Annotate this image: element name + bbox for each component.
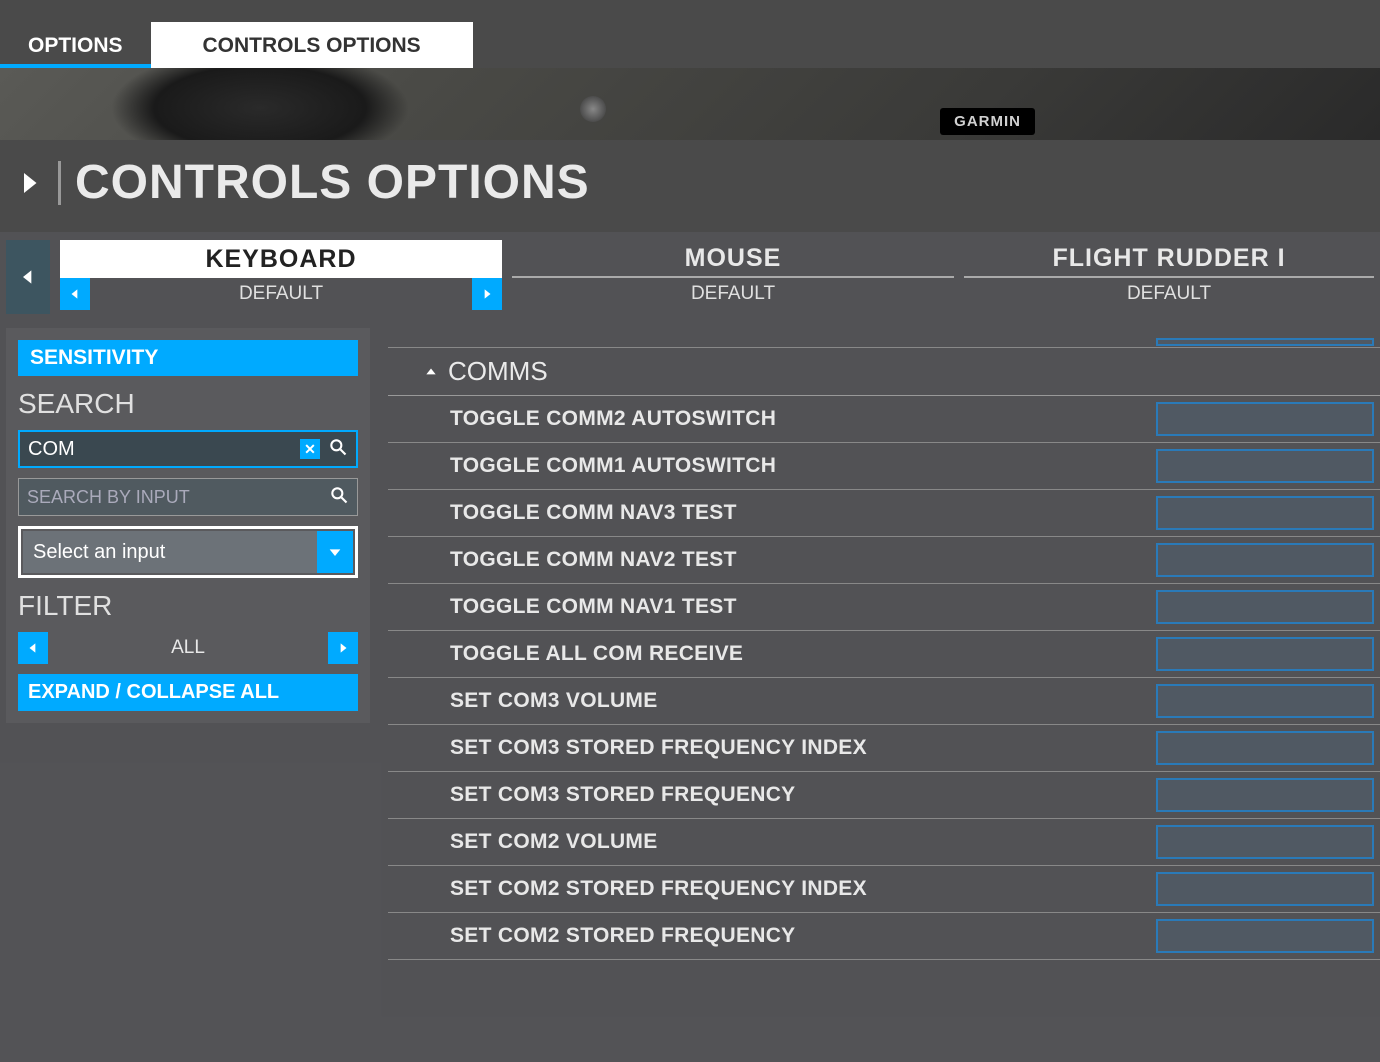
- binding-row[interactable]: TOGGLE COMM2 AUTOSWITCH: [388, 396, 1380, 443]
- expand-collapse-button[interactable]: EXPAND / COLLAPSE ALL: [18, 674, 358, 711]
- device-name-rudder: FLIGHT RUDDER I: [964, 240, 1374, 278]
- preset-label-mouse: DEFAULT: [542, 278, 924, 310]
- bindings-list: COMMS TOGGLE COMM2 AUTOSWITCH TOGGLE COMM…: [388, 328, 1380, 1062]
- binding-label: TOGGLE COMM2 AUTOSWITCH: [450, 407, 1156, 431]
- chevron-down-icon: [317, 531, 353, 573]
- binding-row[interactable]: SET COM3 STORED FREQUENCY: [388, 772, 1380, 819]
- chevron-right-icon: [480, 285, 494, 303]
- binding-row[interactable]: SET COM2 STORED FREQUENCY: [388, 913, 1380, 960]
- binding-label: SET COM2 STORED FREQUENCY INDEX: [450, 877, 1156, 901]
- device-card-flight-rudder[interactable]: FLIGHT RUDDER I DEFAULT: [964, 240, 1374, 314]
- page-title: CONTROLS OPTIONS: [75, 155, 590, 210]
- preset-prev-button[interactable]: [60, 278, 90, 310]
- search-by-name-box: ✕: [18, 430, 358, 468]
- filter-heading: FILTER: [18, 590, 358, 622]
- binding-row[interactable]: SET COM3 STORED FREQUENCY INDEX: [388, 725, 1380, 772]
- search-by-input-input[interactable]: [27, 487, 329, 508]
- binding-row[interactable]: SET COM2 VOLUME: [388, 819, 1380, 866]
- clear-search-button[interactable]: ✕: [300, 439, 320, 459]
- binding-label: SET COM3 STORED FREQUENCY INDEX: [450, 736, 1156, 760]
- category-header-comms[interactable]: COMMS: [388, 348, 1380, 396]
- binding-label: TOGGLE ALL COM RECEIVE: [450, 642, 1156, 666]
- binding-slot[interactable]: [1156, 496, 1374, 530]
- chevron-left-icon: [18, 264, 38, 290]
- binding-row[interactable]: TOGGLE COMM1 AUTOSWITCH: [388, 443, 1380, 490]
- select-input-dropdown[interactable]: Select an input: [23, 531, 353, 573]
- binding-label: TOGGLE COMM NAV1 TEST: [450, 595, 1156, 619]
- select-input-wrap: Select an input: [18, 526, 358, 578]
- search-icon[interactable]: [329, 485, 349, 510]
- device-name-mouse: MOUSE: [512, 240, 954, 278]
- binding-label: SET COM2 STORED FREQUENCY: [450, 924, 1156, 948]
- sensitivity-button[interactable]: SENSITIVITY: [18, 340, 358, 376]
- binding-label: SET COM2 VOLUME: [450, 830, 1156, 854]
- binding-row[interactable]: TOGGLE ALL COM RECEIVE: [388, 631, 1380, 678]
- binding-slot[interactable]: [1156, 449, 1374, 483]
- binding-label: SET COM3 STORED FREQUENCY: [450, 783, 1156, 807]
- binding-label: SET COM3 VOLUME: [450, 689, 1156, 713]
- device-card-mouse[interactable]: MOUSE DEFAULT: [512, 240, 954, 314]
- binding-slot[interactable]: [1156, 637, 1374, 671]
- binding-slot[interactable]: [1156, 590, 1374, 624]
- category-title: COMMS: [448, 356, 548, 387]
- device-name-keyboard: KEYBOARD: [60, 240, 502, 278]
- binding-label: TOGGLE COMM NAV3 TEST: [450, 501, 1156, 525]
- binding-row[interactable]: TOGGLE COMM NAV3 TEST: [388, 490, 1380, 537]
- binding-slot[interactable]: [1156, 402, 1374, 436]
- device-card-keyboard[interactable]: KEYBOARD DEFAULT: [60, 240, 502, 314]
- preset-next-button[interactable]: [472, 278, 502, 310]
- binding-row[interactable]: SET COM3 VOLUME: [388, 678, 1380, 725]
- preset-label-keyboard: DEFAULT: [90, 278, 472, 310]
- search-by-name-input[interactable]: [28, 438, 300, 461]
- chevron-left-icon: [26, 639, 40, 657]
- binding-slot[interactable]: [1156, 543, 1374, 577]
- filter-next-button[interactable]: [328, 632, 358, 664]
- tab-controls-options[interactable]: CONTROLS OPTIONS: [151, 22, 473, 68]
- binding-slot[interactable]: [1156, 778, 1374, 812]
- binding-row[interactable]: TOGGLE COMM NAV1 TEST: [388, 584, 1380, 631]
- filter-value: ALL: [48, 632, 328, 664]
- breadcrumb-arrow-icon: [14, 165, 44, 201]
- chevron-right-icon: [336, 639, 350, 657]
- preset-label-rudder: DEFAULT: [994, 278, 1344, 310]
- search-by-input-box: [18, 478, 358, 516]
- filter-prev-button[interactable]: [18, 632, 48, 664]
- search-heading: SEARCH: [18, 388, 358, 420]
- search-icon[interactable]: [328, 437, 348, 462]
- binding-slot[interactable]: [1156, 338, 1374, 346]
- binding-slot[interactable]: [1156, 872, 1374, 906]
- binding-slot[interactable]: [1156, 731, 1374, 765]
- binding-row[interactable]: TOGGLE COMM NAV2 TEST: [388, 537, 1380, 584]
- binding-label: TOGGLE COMM1 AUTOSWITCH: [450, 454, 1156, 478]
- cockpit-background: GARMIN: [0, 68, 1380, 140]
- binding-slot[interactable]: [1156, 919, 1374, 953]
- sidebar: SENSITIVITY SEARCH ✕ Select an input FIL: [6, 328, 370, 723]
- device-prev-button[interactable]: [6, 240, 50, 314]
- binding-row[interactable]: SET COM2 STORED FREQUENCY INDEX: [388, 866, 1380, 913]
- select-input-label: Select an input: [23, 541, 317, 564]
- binding-label: TOGGLE COMM NAV2 TEST: [450, 548, 1156, 572]
- title-divider: [58, 161, 61, 205]
- chevron-left-icon: [68, 285, 82, 303]
- tab-options[interactable]: OPTIONS: [0, 22, 151, 68]
- binding-slot[interactable]: [1156, 825, 1374, 859]
- chevron-up-icon: [424, 365, 438, 379]
- garmin-brand-label: GARMIN: [940, 108, 1035, 135]
- screw-graphic: [580, 96, 606, 122]
- binding-slot[interactable]: [1156, 684, 1374, 718]
